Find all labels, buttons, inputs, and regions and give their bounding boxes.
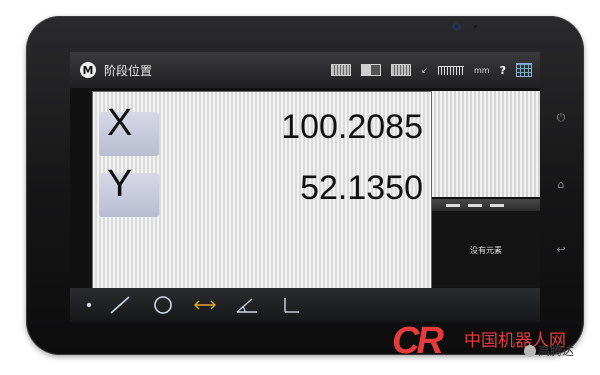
list-icon[interactable] — [490, 203, 504, 207]
front-camera — [454, 24, 459, 29]
axis-value-y: 52.1350 — [300, 169, 423, 207]
ruler-icon[interactable] — [438, 65, 465, 75]
feature-list-panel: 没有元素 — [432, 211, 540, 287]
title-bar: M 阶段位置 ↙ mm ? — [70, 52, 540, 88]
title-bar-tools: ↙ mm ? — [331, 52, 532, 88]
line-tool-icon[interactable] — [108, 295, 132, 315]
circle-tool-icon[interactable] — [152, 295, 174, 315]
watermark-logo: CR — [392, 320, 444, 362]
axis-value-x: 100.2085 — [281, 108, 423, 146]
probe-icon[interactable]: ↙ — [421, 66, 428, 75]
axis-row-y[interactable]: Y 52.1350 — [93, 161, 431, 223]
point-tool-icon[interactable] — [82, 295, 96, 315]
origin-tool-icon[interactable] — [280, 295, 302, 315]
grid-icon[interactable] — [516, 63, 532, 77]
watermark-source: 高腾达 — [524, 342, 574, 359]
wechat-icon — [524, 344, 536, 357]
list-view-icon[interactable] — [391, 64, 412, 76]
split-view-icon[interactable] — [361, 64, 382, 76]
empty-feature-text: 没有元素 — [470, 246, 502, 255]
watermark-source-text: 高腾达 — [538, 344, 575, 358]
tablet-device: ⏻ ⌂ ↩ M 阶段位置 ↙ mm ? X 100.2085 Y 52.1350… — [26, 16, 584, 355]
screen: M 阶段位置 ↙ mm ? X 100.2085 Y 52.1350 没有元素 — [70, 52, 540, 322]
page-title: 阶段位置 — [104, 63, 153, 78]
feature-panel-toolbar — [432, 199, 540, 211]
unit-label[interactable]: mm — [474, 66, 490, 75]
dro-view-icon[interactable] — [331, 64, 352, 76]
help-button[interactable]: ? — [500, 64, 506, 77]
axis-label-y: Y — [107, 163, 133, 205]
angle-tool-icon[interactable] — [234, 295, 260, 315]
measure-toolbar — [70, 288, 540, 322]
app-logo[interactable]: M — [80, 62, 96, 78]
power-icon[interactable]: ⏻ — [554, 112, 568, 123]
sensor — [474, 25, 477, 28]
axis-row-x[interactable]: X 100.2085 — [93, 100, 431, 162]
dash-icon[interactable] — [468, 203, 482, 207]
home-icon[interactable]: ⌂ — [554, 179, 568, 190]
minimize-icon[interactable] — [446, 203, 460, 207]
dro-panel: X 100.2085 Y 52.1350 — [92, 91, 432, 289]
distance-tool-icon[interactable] — [192, 295, 218, 315]
axis-label-x: X — [107, 102, 133, 144]
back-icon[interactable]: ↩ — [554, 244, 568, 255]
view-panel — [432, 91, 540, 197]
